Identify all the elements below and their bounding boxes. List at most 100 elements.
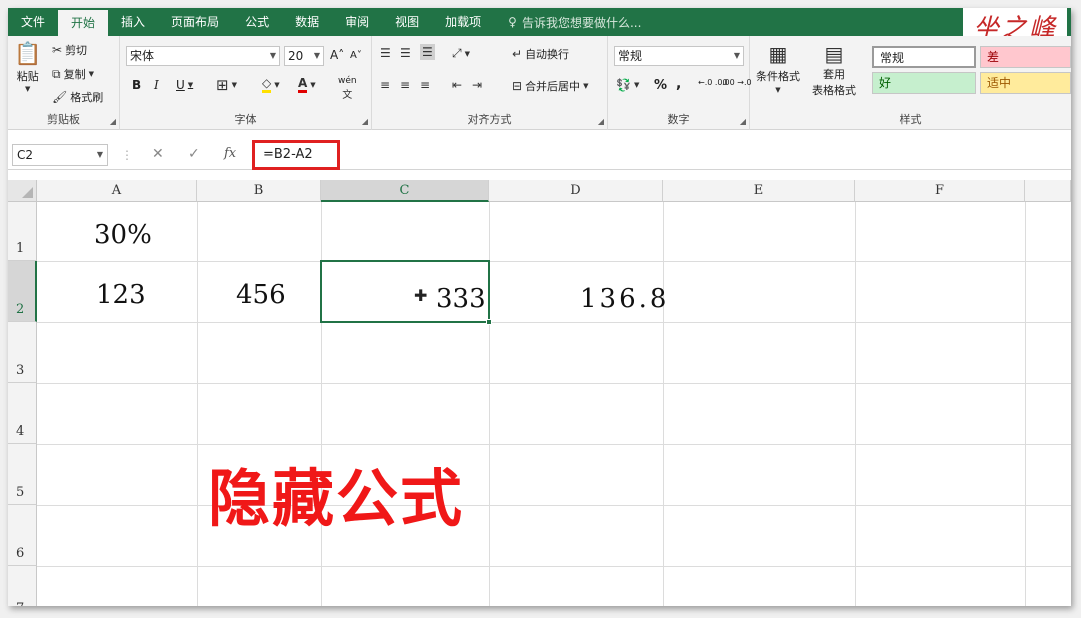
style-neutral[interactable]: 适中	[980, 72, 1071, 94]
cell-a2[interactable]: 123	[96, 280, 146, 310]
align-left-button[interactable]: ≡	[380, 78, 390, 92]
borders-icon: ⊞	[216, 76, 229, 94]
grid-line	[37, 444, 1071, 445]
align-left-icon: ≡	[380, 78, 391, 92]
align-bottom-button[interactable]: ☰	[420, 44, 435, 60]
chevron-down-icon: ▼	[269, 51, 276, 60]
select-all-button[interactable]	[8, 180, 37, 202]
format-painter-button[interactable]: 🖌 格式刷	[52, 89, 103, 105]
tab-review[interactable]: 审阅	[332, 8, 382, 36]
copy-icon: ⧉	[52, 66, 61, 81]
column-header-f[interactable]: F	[855, 180, 1025, 202]
chevron-down-icon: ▼	[733, 51, 740, 60]
align-middle-button[interactable]: ☰	[400, 46, 411, 60]
tab-insert[interactable]: 插入	[108, 8, 158, 36]
tell-me-search[interactable]: ♀ 告诉我您想要做什么...	[508, 14, 641, 31]
tab-formulas[interactable]: 公式	[232, 8, 282, 36]
dialog-launcher-icon[interactable]: ◢	[110, 117, 116, 126]
formula-input[interactable]: =B2-A2	[252, 140, 340, 170]
italic-button[interactable]: I	[154, 78, 159, 92]
cancel-icon[interactable]: ✕	[152, 146, 164, 162]
row-header-4[interactable]: 4	[8, 383, 37, 444]
paste-button[interactable]: 📋 粘贴 ▼	[14, 42, 41, 93]
column-header-next[interactable]	[1025, 180, 1071, 202]
cell-c2[interactable]: 333	[436, 284, 486, 314]
row-header-3[interactable]: 3	[8, 322, 37, 383]
column-header-b[interactable]: B	[197, 180, 321, 202]
borders-button[interactable]: ⊞ ▼	[216, 76, 237, 94]
fill-color-button[interactable]: ◇ ▼	[262, 76, 280, 93]
group-styles: ▦ 条件格式 ▼ ▤ 套用 表格格式 常规 差 好 适中 样式	[750, 36, 1071, 130]
lightbulb-icon: ♀	[508, 15, 517, 29]
grid-line	[37, 383, 1071, 384]
phonetic-icon: 文	[342, 90, 353, 101]
column-header-e[interactable]: E	[663, 180, 855, 202]
cut-button[interactable]: ✂ 剪切	[52, 42, 87, 58]
underline-button[interactable]: U ▼	[176, 78, 193, 92]
cell-d2[interactable]: 136.8	[580, 284, 669, 314]
group-number: 常规 ▼ 💱 ▼ % , ←.0 .00 .00 →.0 数字 ◢	[608, 36, 752, 130]
style-normal[interactable]: 常规	[872, 46, 976, 68]
row-header-2[interactable]: 2	[8, 261, 37, 322]
orientation-button[interactable]: ⤢ ▼	[452, 46, 470, 61]
excel-window: 文件 开始 插入 页面布局 公式 数据 审阅 视图 加载项 ♀ 告诉我您想要做什…	[8, 8, 1071, 606]
align-right-button[interactable]: ≡	[420, 78, 430, 92]
paint-bucket-icon: ◇	[262, 76, 272, 93]
merge-center-button[interactable]: ⊟ 合并后居中 ▼	[512, 78, 588, 94]
align-center-button[interactable]: ≡	[400, 78, 410, 92]
style-good[interactable]: 好	[872, 72, 976, 94]
chevron-down-icon: ▼	[96, 150, 103, 159]
insert-function-icon[interactable]: fx	[224, 146, 236, 161]
tab-file[interactable]: 文件	[8, 8, 58, 36]
percent-style-button[interactable]: %	[654, 78, 667, 93]
bold-button[interactable]: B	[132, 78, 141, 92]
dialog-launcher-icon[interactable]: ◢	[598, 117, 604, 126]
accounting-format-button[interactable]: 💱 ▼	[616, 78, 639, 92]
conditional-formatting-button[interactable]: ▦ 条件格式 ▼	[756, 42, 800, 94]
row-header-6[interactable]: 6	[8, 505, 37, 566]
row-header-5[interactable]: 5	[8, 444, 37, 505]
cell-a1[interactable]: 30%	[94, 220, 152, 250]
conditional-formatting-icon: ▦	[768, 42, 788, 66]
align-top-button[interactable]: ☰	[380, 46, 391, 60]
font-color-button[interactable]: A ▼	[298, 76, 316, 93]
row-header-1[interactable]: 1	[8, 202, 37, 261]
font-name-select[interactable]: 宋体 ▼	[126, 46, 280, 66]
decrease-decimal-button[interactable]: .00 →.0	[722, 78, 752, 87]
style-bad[interactable]: 差	[980, 46, 1071, 68]
increase-indent-button[interactable]: ⇥	[472, 78, 482, 92]
copy-button[interactable]: ⧉ 复制 ▼	[52, 66, 94, 82]
column-header-d[interactable]: D	[489, 180, 663, 202]
decrease-indent-button[interactable]: ⇤	[452, 78, 462, 92]
align-middle-icon: ☰	[400, 46, 411, 60]
tab-data[interactable]: 数据	[282, 8, 332, 36]
comma-style-button[interactable]: ,	[676, 76, 681, 92]
dialog-launcher-icon[interactable]: ◢	[740, 117, 746, 126]
grid-line	[37, 261, 1071, 262]
wrap-text-button[interactable]: ↵ 自动换行	[512, 46, 569, 62]
phonetic-button[interactable]: wén 文	[338, 76, 357, 101]
decrease-font-button[interactable]: A˅	[350, 50, 362, 61]
column-header-c[interactable]: C	[321, 180, 489, 202]
format-as-table-button[interactable]: ▤ 套用 表格格式	[812, 42, 856, 98]
fill-handle[interactable]	[486, 319, 492, 325]
row-header-7[interactable]: 7	[8, 566, 37, 606]
decrease-indent-icon: ⇤	[452, 78, 463, 92]
name-box[interactable]: C2 ▼	[12, 144, 108, 166]
font-size-select[interactable]: 20 ▼	[284, 46, 324, 66]
tab-home[interactable]: 开始	[58, 10, 109, 36]
orientation-icon: ⤢	[452, 46, 462, 60]
tab-page-layout[interactable]: 页面布局	[158, 8, 232, 36]
cell-b2[interactable]: 456	[236, 280, 286, 310]
tab-addins[interactable]: 加载项	[432, 8, 494, 36]
dialog-launcher-icon[interactable]: ◢	[362, 117, 368, 126]
grid-line	[37, 322, 1071, 323]
enter-check-icon[interactable]: ✓	[188, 146, 200, 162]
group-label-font: 字体	[234, 113, 257, 126]
cell-cursor-icon: ✚	[414, 286, 428, 305]
ribbon-home: 📋 粘贴 ▼ ✂ 剪切 ⧉ 复制 ▼ 🖌 格式刷 剪贴板 ◢ 宋体 ▼ 20 ▼…	[8, 36, 1071, 130]
number-format-select[interactable]: 常规 ▼	[614, 46, 744, 66]
increase-font-button[interactable]: A˄	[330, 48, 344, 62]
tab-view[interactable]: 视图	[382, 8, 432, 36]
column-header-a[interactable]: A	[37, 180, 197, 202]
